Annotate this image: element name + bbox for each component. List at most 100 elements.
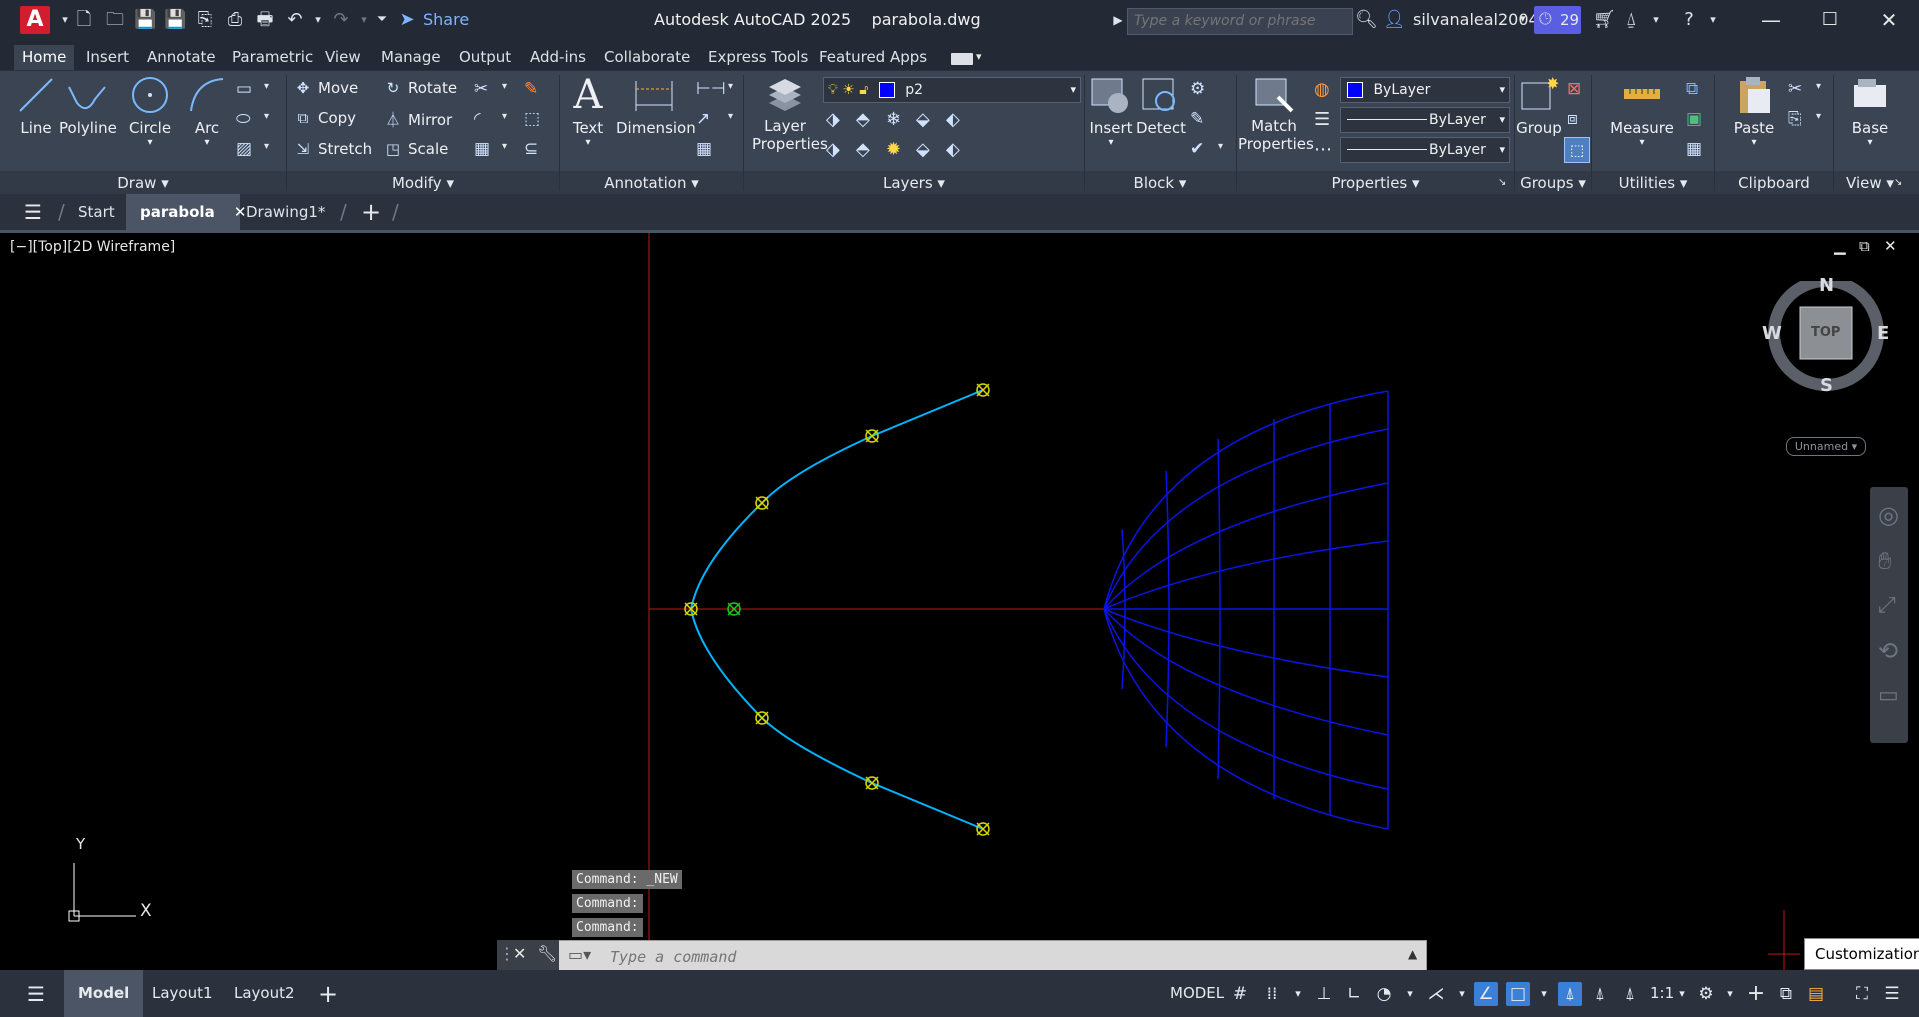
rectangle-icon[interactable]: ▭: [236, 79, 252, 99]
cut-icon[interactable]: ✂: [1788, 79, 1802, 99]
paraboloid-mesh[interactable]: [1103, 390, 1389, 830]
isometric-dropdown-icon[interactable]: ▾: [1450, 982, 1474, 1006]
ribbon-options-dropdown-icon[interactable]: ▾: [976, 50, 982, 63]
measure-tool[interactable]: Measure ▾: [1604, 75, 1680, 148]
tab-express-tools[interactable]: Express Tools: [700, 45, 816, 69]
fillet-dropdown-icon[interactable]: ▾: [502, 111, 507, 122]
tab-parabola[interactable]: parabola ✕: [126, 194, 247, 230]
modify-panel-title[interactable]: Modify ▾: [287, 172, 559, 194]
linetype-icon[interactable]: ⋯: [1314, 139, 1332, 160]
model-space-toggle[interactable]: MODEL: [1170, 970, 1224, 1017]
copy-clip-icon[interactable]: ⎘: [1788, 109, 1802, 129]
stretch-tool[interactable]: ⇲ Stretch: [292, 140, 372, 158]
layer-off-icon[interactable]: ⬘: [856, 109, 870, 130]
layer-thaw-icon[interactable]: ✹: [886, 139, 901, 160]
undo-dropdown-icon[interactable]: ▾: [307, 9, 329, 31]
table-icon[interactable]: ▦: [696, 139, 712, 159]
command-input[interactable]: [608, 944, 1312, 970]
tab-manage[interactable]: Manage: [373, 45, 449, 69]
copy-tool[interactable]: ⧉ Copy: [292, 109, 356, 127]
rotate-tool[interactable]: ↻ Rotate: [382, 79, 457, 97]
scale-tool[interactable]: ◳ Scale: [382, 140, 448, 158]
help-search-box[interactable]: [1127, 8, 1353, 35]
arc-tool[interactable]: Arc ▾: [185, 75, 229, 148]
tab-layout1[interactable]: Layout1: [152, 970, 213, 1017]
edit-attributes-icon[interactable]: ✔: [1190, 139, 1204, 159]
group-selection-icon[interactable]: ⬚: [1564, 137, 1590, 163]
rectangle-dropdown-icon[interactable]: ▾: [264, 81, 269, 92]
leader-dropdown-icon[interactable]: ▾: [728, 111, 733, 122]
trim-dropdown-icon[interactable]: ▾: [502, 81, 507, 92]
tab-insert[interactable]: Insert: [78, 45, 137, 69]
showmotion-icon[interactable]: ▭: [1878, 683, 1899, 708]
edit-attributes-dropdown-icon[interactable]: ▾: [1218, 141, 1223, 152]
calculator-icon[interactable]: ▦: [1686, 139, 1702, 159]
redo-icon[interactable]: ↷: [330, 9, 352, 31]
close-window-icon[interactable]: ✕: [1875, 6, 1903, 34]
drawing-viewport[interactable]: [−][Top][2D Wireframe] ▁ ⧉ ✕ Y X N S E W…: [0, 233, 1919, 970]
mirror-tool[interactable]: ⏃ Mirror: [382, 109, 452, 130]
polar-tracking-icon[interactable]: ◔: [1372, 982, 1396, 1006]
hamburger-menu-icon[interactable]: ☰: [24, 200, 42, 224]
ortho-mode-icon[interactable]: ∟: [1342, 982, 1366, 1006]
group-edit-icon[interactable]: ⧈: [1567, 109, 1578, 129]
layer-dropdown[interactable]: 💡︎ ☀ 🔓︎ p2 ▾: [823, 77, 1081, 103]
paste-dropdown-icon[interactable]: ▾: [1730, 137, 1778, 148]
leader-icon[interactable]: ↗: [696, 109, 710, 129]
hatch-icon[interactable]: ▨: [236, 139, 252, 159]
pan-icon[interactable]: ✋︎: [1878, 547, 1892, 575]
command-history-toggle-icon[interactable]: ▲: [1408, 947, 1417, 961]
hardware-acceleration-icon[interactable]: ▤: [1804, 982, 1828, 1006]
arc-dropdown-icon[interactable]: ▾: [185, 137, 229, 148]
customization-icon[interactable]: ☰: [1880, 982, 1904, 1006]
detect-tool[interactable]: Detect: [1136, 75, 1186, 137]
auto-scale-icon[interactable]: ⍋: [1588, 982, 1612, 1006]
properties-panel-title[interactable]: Properties ▾: [1237, 172, 1514, 194]
explode-icon[interactable]: ⬚: [524, 109, 540, 129]
quick-select-icon[interactable]: ⧉: [1686, 79, 1698, 99]
linear-dimension-dropdown-icon[interactable]: ▾: [728, 81, 733, 92]
array-dropdown-icon[interactable]: ▾: [502, 141, 507, 152]
cut-dropdown-icon[interactable]: ▾: [1816, 81, 1821, 92]
linear-dimension-icon[interactable]: ⊢⊣: [696, 79, 726, 99]
tab-layout2[interactable]: Layout2: [234, 970, 295, 1017]
save-as-icon[interactable]: 💾: [164, 9, 186, 31]
layer-lock-tool-icon[interactable]: ⬙: [916, 109, 930, 130]
drawing-canvas[interactable]: [0, 233, 1919, 970]
copy-clip-dropdown-icon[interactable]: ▾: [1816, 111, 1821, 122]
recent-commands-icon[interactable]: ▭▾: [568, 945, 591, 964]
workspace-gear-icon[interactable]: ⚙: [1694, 982, 1718, 1006]
infer-constraints-icon[interactable]: ⊥: [1312, 982, 1336, 1006]
orbit-icon[interactable]: ⟲: [1878, 637, 1898, 665]
color-dropdown[interactable]: ByLayer ▾: [1340, 77, 1510, 103]
help-dropdown-icon[interactable]: ▾: [1702, 9, 1724, 31]
properties-launcher-icon[interactable]: ↘: [1498, 177, 1506, 188]
ellipse-dropdown-icon[interactable]: ▾: [264, 111, 269, 122]
viewcube-top-face[interactable]: TOP: [1811, 325, 1840, 340]
offset-icon[interactable]: ⊆: [524, 139, 538, 159]
base-view-tool[interactable]: Base ▾: [1842, 75, 1898, 148]
save-icon[interactable]: 💾: [134, 9, 156, 31]
tab-output[interactable]: Output: [451, 45, 519, 69]
search-expand-icon[interactable]: ▶: [1107, 9, 1129, 31]
layer-unlock-icon[interactable]: ⬙: [916, 139, 930, 160]
array-icon[interactable]: ▦: [474, 139, 490, 159]
base-dropdown-icon[interactable]: ▾: [1842, 137, 1898, 148]
move-tool[interactable]: ✥ Move: [292, 79, 359, 97]
customize-quick-access-icon[interactable]: ⏷: [371, 9, 393, 31]
polar-dropdown-icon[interactable]: ▾: [1398, 982, 1422, 1006]
autodesk-app-store-icon[interactable]: ⍙: [1620, 9, 1642, 31]
line-tool[interactable]: Line: [14, 75, 58, 137]
text-tool[interactable]: A Text ▾: [568, 75, 608, 148]
save-to-web-icon[interactable]: ⎙: [224, 9, 246, 31]
minimize-icon[interactable]: —: [1757, 6, 1785, 34]
linetype-dropdown[interactable]: ByLayer ▾: [1340, 107, 1510, 133]
hatch-dropdown-icon[interactable]: ▾: [264, 141, 269, 152]
ellipse-icon[interactable]: ⬭: [236, 109, 251, 129]
insert-block-tool[interactable]: Insert ▾: [1088, 75, 1134, 148]
lineweight-dropdown[interactable]: ByLayer ▾: [1340, 137, 1510, 163]
match-properties-tool[interactable]: Match Properties: [1238, 75, 1314, 153]
layer-copy-icon[interactable]: ⬖: [946, 139, 960, 160]
user-icon[interactable]: 👤︎: [1383, 9, 1406, 31]
autocad-logo-button[interactable]: A: [20, 6, 50, 34]
